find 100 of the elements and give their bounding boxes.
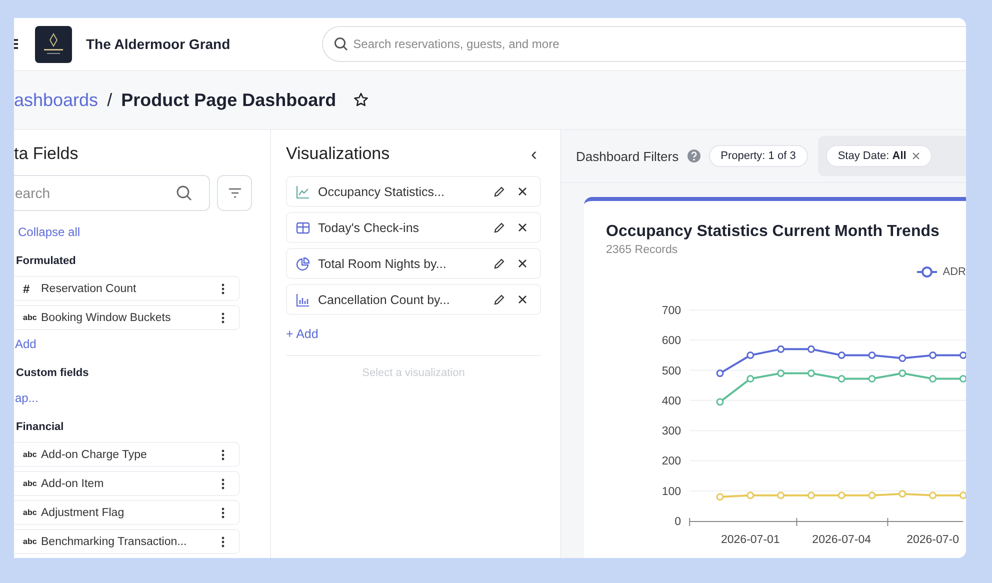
panel-title: ta Fields bbox=[14, 144, 78, 164]
pencil-icon[interactable] bbox=[493, 294, 505, 306]
group-link[interactable]: ap... bbox=[15, 391, 38, 405]
y-tick-label: 600 bbox=[662, 335, 681, 348]
point bbox=[959, 374, 966, 382]
group-link[interactable]: Add bbox=[15, 337, 36, 351]
panel-title: Visualizations bbox=[286, 144, 390, 164]
table-icon bbox=[296, 220, 310, 234]
point bbox=[898, 354, 906, 362]
x-tick-label: 2026-07-01 bbox=[720, 534, 780, 546]
y-tick-label: 700 bbox=[662, 305, 681, 317]
y-tick-label: 300 bbox=[662, 426, 681, 438]
search-icon bbox=[334, 37, 348, 51]
y-tick-label: 0 bbox=[674, 516, 681, 528]
x-tick-label: 2026-07-04 bbox=[812, 534, 872, 546]
point bbox=[959, 351, 966, 359]
group-title: Financial bbox=[16, 421, 64, 433]
more-icon[interactable] bbox=[221, 536, 225, 548]
field-label: Booking Window Buckets bbox=[41, 312, 172, 324]
close-icon[interactable] bbox=[518, 223, 527, 232]
point bbox=[929, 492, 937, 500]
search-icon bbox=[176, 185, 192, 201]
y-tick-label: 400 bbox=[662, 395, 681, 408]
search-field[interactable]: Search reservations, guests, and more bbox=[322, 26, 966, 62]
point bbox=[777, 492, 785, 500]
more-icon[interactable] bbox=[221, 478, 225, 490]
point bbox=[716, 398, 724, 406]
y-tick-label: 500 bbox=[662, 365, 681, 378]
more-icon[interactable] bbox=[221, 312, 225, 324]
field-item[interactable]: abc Adjustment Flag bbox=[14, 500, 240, 525]
legend-label[interactable]: ADR bbox=[942, 266, 966, 278]
type-label: abc bbox=[23, 537, 38, 546]
point bbox=[746, 374, 754, 382]
point bbox=[959, 492, 966, 500]
add-visualization-link[interactable]: + Add bbox=[286, 327, 541, 341]
filter-chip[interactable]: Stay Date: All bbox=[826, 145, 932, 167]
point bbox=[868, 374, 876, 382]
line-chart-icon bbox=[296, 184, 310, 198]
point bbox=[929, 374, 937, 382]
point bbox=[716, 493, 724, 501]
breadcrumb-link[interactable]: ashboards bbox=[14, 90, 98, 110]
point bbox=[898, 490, 906, 498]
type-label: # bbox=[23, 282, 31, 296]
visualization-label: Total Room Nights by... bbox=[318, 256, 448, 270]
more-icon[interactable] bbox=[221, 506, 225, 518]
field-item[interactable]: # Reservation Count bbox=[14, 276, 240, 301]
field-label: Adjustment Flag bbox=[41, 506, 126, 518]
visualization-item[interactable]: Occupancy Statistics... bbox=[286, 176, 541, 207]
filter-chip[interactable]: Property: 1 of 3 bbox=[708, 145, 808, 167]
point bbox=[838, 374, 846, 382]
close-icon[interactable] bbox=[518, 259, 527, 268]
legend-marker bbox=[916, 266, 938, 278]
close-icon[interactable] bbox=[518, 187, 527, 196]
hotel-name: The Aldermoor Grand bbox=[86, 36, 230, 52]
more-icon[interactable] bbox=[221, 448, 225, 460]
point bbox=[746, 351, 754, 359]
chart-title: Occupancy Statistics Current Month Trends bbox=[606, 223, 940, 241]
y-tick-label: 200 bbox=[662, 456, 681, 468]
point bbox=[716, 370, 724, 378]
group-title: Formulated bbox=[16, 255, 76, 267]
breadcrumb-separator: / bbox=[107, 90, 112, 110]
page-title: Product Page Dashboard bbox=[121, 90, 336, 110]
point bbox=[838, 351, 846, 359]
point bbox=[746, 492, 754, 500]
visualization-label: Occupancy Statistics... bbox=[318, 184, 446, 198]
close-icon[interactable] bbox=[518, 295, 527, 304]
type-label: abc bbox=[23, 450, 38, 459]
search-field[interactable]: earch bbox=[14, 175, 210, 211]
field-item[interactable]: abc Add-on Charge Type bbox=[14, 442, 240, 467]
point bbox=[807, 492, 815, 500]
point bbox=[868, 492, 876, 500]
field-item[interactable]: abc Add-on Item bbox=[14, 471, 240, 496]
collapse-button[interactable]: ‹ bbox=[527, 145, 541, 163]
filter-icon bbox=[228, 188, 242, 198]
type-label: abc bbox=[23, 313, 38, 322]
help-icon[interactable] bbox=[686, 149, 701, 163]
more-icon[interactable] bbox=[221, 282, 225, 294]
field-item[interactable]: abc Benchmarking Transaction... bbox=[14, 529, 240, 554]
point bbox=[868, 351, 876, 359]
field-label: Add-on Charge Type bbox=[41, 448, 148, 460]
visualization-item[interactable]: Cancellation Count by... bbox=[286, 284, 541, 315]
point bbox=[807, 345, 815, 353]
collapse-all-link[interactable]: Collapse all bbox=[18, 225, 80, 239]
visualization-item[interactable]: Total Room Nights by... bbox=[286, 248, 541, 279]
visualization-item[interactable]: Today's Check-ins bbox=[286, 212, 541, 243]
point bbox=[838, 492, 846, 500]
point bbox=[807, 370, 815, 378]
star-icon[interactable] bbox=[353, 92, 370, 108]
group-title: Custom fields bbox=[16, 367, 89, 379]
visualization-label: Today's Check-ins bbox=[318, 220, 420, 234]
logo-icon bbox=[35, 26, 72, 62]
pencil-icon[interactable] bbox=[493, 222, 505, 234]
visualization-label: Cancellation Count by... bbox=[318, 292, 451, 306]
type-label: abc bbox=[23, 508, 38, 517]
pencil-icon[interactable] bbox=[493, 258, 505, 270]
y-tick-label: 100 bbox=[662, 486, 681, 498]
pencil-icon[interactable] bbox=[493, 186, 505, 198]
type-label: abc bbox=[23, 479, 38, 488]
field-item[interactable]: abc Booking Window Buckets bbox=[14, 305, 240, 330]
record-count: 2365 Records bbox=[606, 244, 679, 256]
